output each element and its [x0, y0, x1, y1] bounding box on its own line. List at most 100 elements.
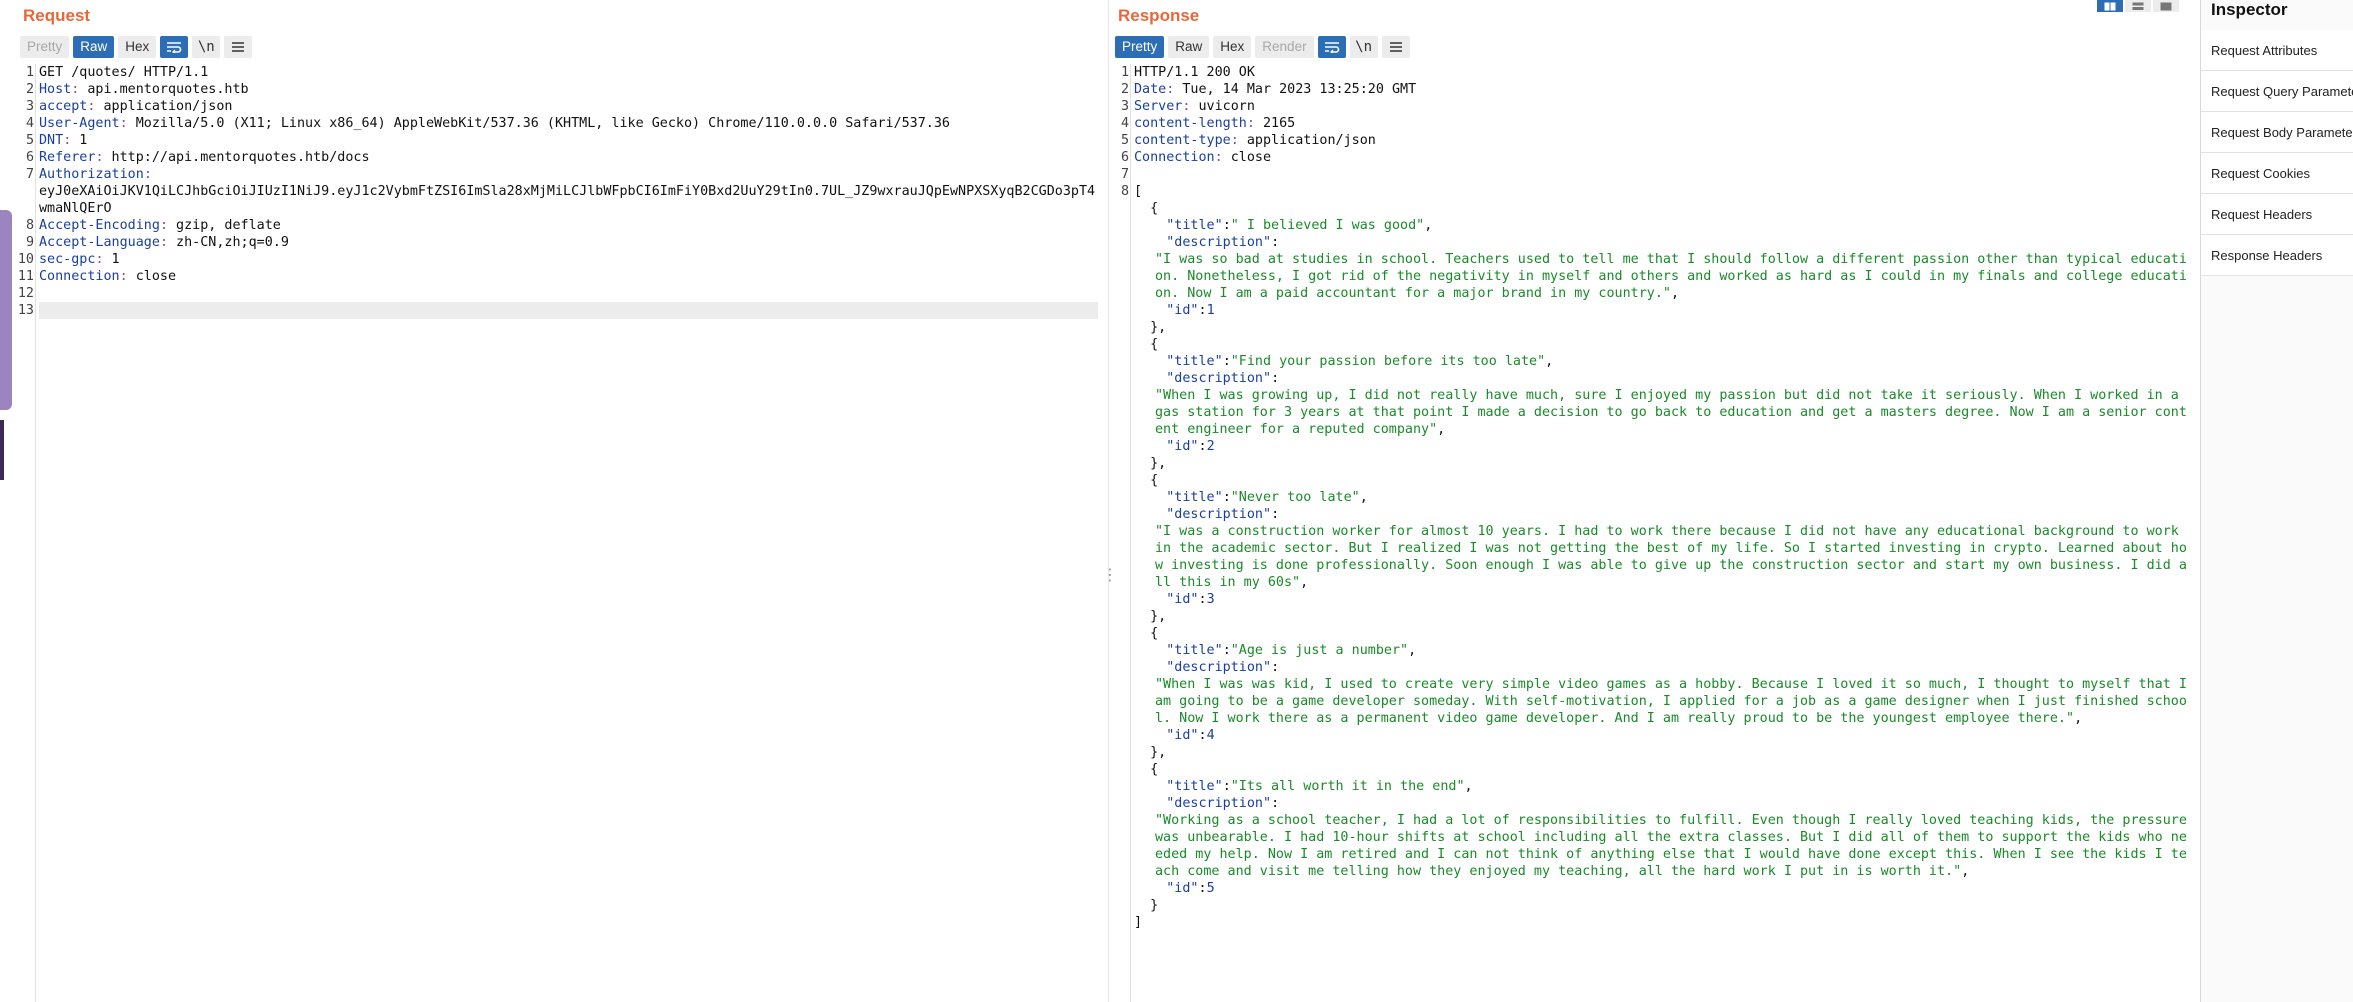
inspector-item-request-headers[interactable]: Request Headers	[2201, 194, 2353, 235]
json-object-open: {	[1134, 762, 1159, 777]
blank	[39, 303, 47, 318]
wrap-lines-icon	[167, 42, 182, 53]
response-wrap-lines-button[interactable]	[1317, 36, 1346, 58]
response-header-value: close	[1222, 150, 1272, 165]
response-tab-pretty[interactable]: Pretty	[1115, 36, 1165, 58]
request-header-name: User-Agent	[39, 116, 120, 131]
header-colon: :	[95, 252, 104, 267]
request-tab-hex[interactable]: Hex	[118, 36, 157, 58]
request-header-name: Accept-Language	[39, 235, 160, 250]
request-line: 3 accept: application/json	[26, 98, 1098, 115]
inspector-item-request-body-parameters[interactable]: Request Body Parameters	[2201, 112, 2353, 153]
json-object-close: },	[1134, 456, 1167, 471]
request-gutter	[14, 64, 36, 1002]
json-bracket: [	[1134, 184, 1143, 199]
json-title-value: "Its all worth it in the end"	[1230, 779, 1465, 794]
json-object-close: },	[1134, 320, 1167, 335]
layout-switcher	[2097, 0, 2179, 12]
response-tab-raw[interactable]: Raw	[1168, 36, 1210, 58]
json-key-description: "description"	[1166, 507, 1272, 522]
request-tab-raw[interactable]: Raw	[73, 36, 115, 58]
request-wrap-lines-button[interactable]	[160, 36, 189, 58]
json-description-value: "Working as a school teacher, I had a lo…	[1155, 813, 2195, 879]
json-description-value-line: "I was a construction worker for almost …	[1155, 524, 2187, 590]
json-id-value: 4	[1206, 728, 1215, 743]
json-key-description: "description"	[1166, 235, 1272, 250]
inspector-title: Inspector	[2211, 0, 2288, 19]
response-tab-hex[interactable]: Hex	[1213, 36, 1252, 58]
inspector-item-request-attributes[interactable]: Request Attributes	[2201, 30, 2353, 71]
json-key-description: "description"	[1166, 660, 1272, 675]
request-line: 11 Connection: close	[18, 268, 1098, 285]
request-tab-pretty[interactable]: Pretty	[20, 36, 70, 58]
request-header-name: DNT	[39, 133, 64, 148]
json-key-id: "id"	[1166, 881, 1199, 896]
header-colon: :	[119, 116, 128, 131]
response-line: 5 content-type: application/json	[1121, 132, 2192, 149]
request-header-name: Referer	[39, 150, 96, 165]
request-header-value: http://api.mentorquotes.htb/docs	[103, 150, 370, 165]
request-line: 10 sec-gpc: 1	[18, 251, 1098, 268]
line-number: 6	[25, 150, 34, 165]
response-menu-button[interactable]	[1381, 36, 1410, 58]
json-id-value: 2	[1206, 439, 1215, 454]
json-description-key-line: "description":	[1166, 660, 1280, 675]
json-key-title: "title"	[1166, 643, 1223, 658]
line-number: 12	[17, 286, 34, 301]
response-show-newlines-button[interactable]: \n	[1349, 36, 1378, 58]
response-editor[interactable]: 1 HTTP/1.1 200 OK 2 Date: Tue, 14 Mar 2023 …	[1109, 64, 2198, 1002]
json-title-value: "Age is just a number"	[1230, 643, 1409, 658]
request-line: 6 Referer: http://api.mentorquotes.htb/do…	[26, 149, 1098, 166]
inspector-item-request-cookies[interactable]: Request Cookies	[2201, 153, 2353, 194]
request-header-value: eyJ0eXAiOiJKV1QiLCJhbGciOiJIUzI1NiJ9.eyJ…	[39, 184, 1096, 216]
blank	[39, 286, 47, 301]
json-array-close: ]	[1134, 915, 1143, 930]
json-key-id: "id"	[1166, 439, 1199, 454]
header-colon: :	[1230, 133, 1239, 148]
json-object-open: {	[1134, 473, 1159, 488]
json-description-value-line: "I was so bad at studies in school. Teac…	[1155, 252, 2187, 301]
line-number: 5	[25, 133, 34, 148]
response-pane: Response Pretty Raw Hex Render \n 1 HTTP/…	[1108, 0, 2198, 1002]
response-header-name: Connection	[1134, 150, 1215, 165]
json-title-value: "Find your passion before its too late"	[1230, 354, 1546, 369]
json-title-line: "title":"Its all worth it in the end",	[1166, 779, 1473, 794]
line-number: 13	[17, 303, 34, 318]
request-header-name: Host	[39, 82, 72, 97]
layout-tabs-button[interactable]	[2153, 0, 2179, 12]
json-key-title: "title"	[1166, 490, 1223, 505]
inspector-item-request-query-parameters[interactable]: Request Query Parameters	[2201, 71, 2353, 112]
json-description-key-line: "description":	[1166, 371, 1280, 386]
header-colon: :	[159, 235, 168, 250]
hamburger-menu-icon	[232, 42, 245, 52]
line-number: 8	[1120, 184, 1129, 199]
response-title: Response	[1118, 6, 1200, 25]
request-start-line: GET /quotes/ HTTP/1.1	[39, 65, 209, 80]
response-code[interactable]: 1 HTTP/1.1 200 OK 2 Date: Tue, 14 Mar 2023 …	[1121, 64, 2195, 931]
layout-stacked-button[interactable]	[2125, 0, 2151, 12]
columns-layout-icon	[2104, 2, 2116, 10]
json-description-value-line: "When I was growing up, I did not really…	[1155, 388, 2187, 437]
request-header-name: Authorization	[39, 167, 144, 182]
response-tab-render[interactable]: Render	[1255, 36, 1314, 58]
json-object-open: {	[1134, 201, 1159, 216]
inspector-item-response-headers[interactable]: Response Headers	[2201, 235, 2353, 276]
layout-side-by-side-button[interactable]	[2097, 0, 2123, 12]
request-code[interactable]: 1 GET /quotes/ HTTP/1.1 2 Host: api.mentorq…	[18, 64, 1098, 319]
line-number: 3	[1120, 99, 1129, 114]
response-header-value: 2165	[1254, 116, 1296, 131]
response-header-name: content-type	[1134, 133, 1231, 148]
json-object-open: {	[1134, 337, 1159, 352]
response-header-name: Server	[1134, 99, 1183, 114]
response-header-name: content-length	[1134, 116, 1247, 131]
header-colon: :	[159, 218, 168, 233]
request-header-value: 1	[71, 133, 88, 148]
line-number: 2	[1120, 82, 1129, 97]
request-header-name: accept	[39, 99, 88, 114]
json-id-value: 3	[1206, 592, 1215, 607]
json-title-value: "Never too late"	[1230, 490, 1360, 505]
request-menu-button[interactable]	[224, 36, 253, 58]
request-editor[interactable]: 1 GET /quotes/ HTTP/1.1 2 Host: api.mentorq…	[14, 64, 1104, 1002]
request-show-newlines-button[interactable]: \n	[192, 36, 221, 58]
response-header-value: application/json	[1238, 133, 1376, 148]
